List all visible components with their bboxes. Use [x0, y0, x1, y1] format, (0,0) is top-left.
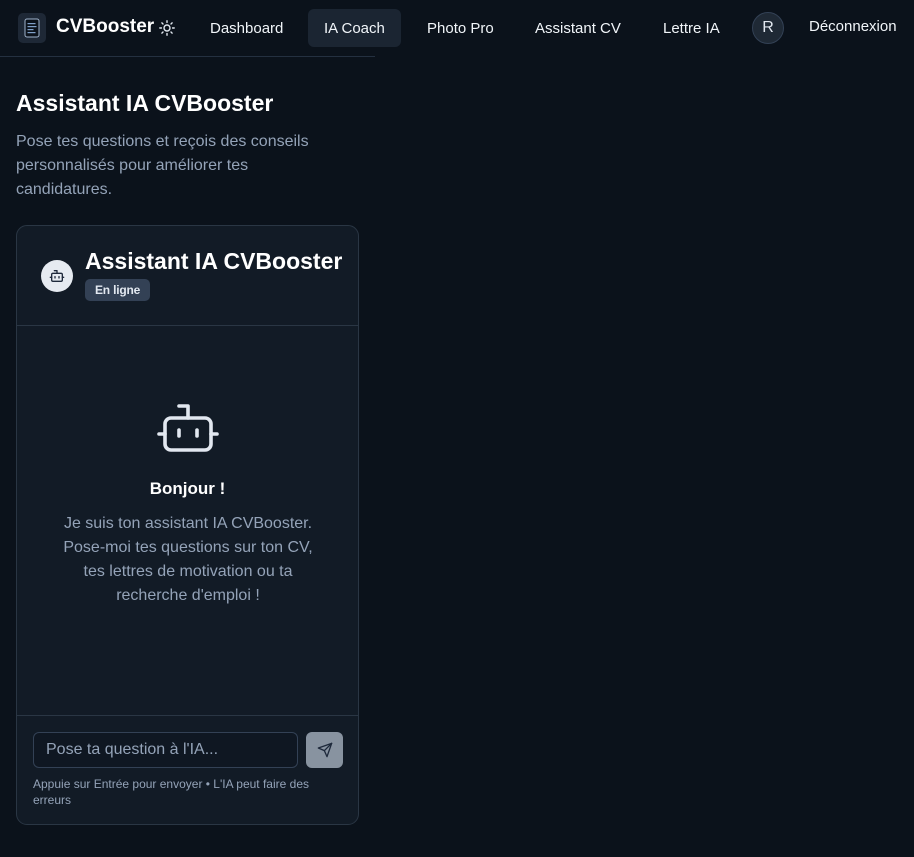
- chat-messages: Bonjour ! Je suis ton assistant IA CVBoo…: [17, 326, 358, 716]
- chat-input[interactable]: [33, 732, 298, 768]
- send-icon: [317, 742, 333, 758]
- nav-ia-coach[interactable]: IA Coach: [308, 9, 401, 47]
- header-divider: [0, 56, 375, 57]
- input-hint: Appuie sur Entrée pour envoyer • L'IA pe…: [33, 777, 309, 807]
- nav-photo-pro[interactable]: Photo Pro: [411, 9, 510, 47]
- document-icon[interactable]: [18, 13, 46, 43]
- bot-icon: [41, 260, 73, 292]
- chat-title: Assistant IA CVBooster: [85, 248, 343, 274]
- chat-input-area: Appuie sur Entrée pour envoyer • L'IA pe…: [17, 715, 358, 824]
- nav-assistant-cv[interactable]: Assistant CV: [519, 9, 637, 47]
- chat-card: Assistant IA CVBooster En ligne Bonjour …: [16, 225, 359, 825]
- send-button[interactable]: [306, 732, 343, 768]
- status-badge: En ligne: [85, 279, 151, 301]
- bot-icon: [157, 402, 219, 454]
- page-title: Assistant IA CVBooster: [16, 90, 274, 116]
- top-navbar: CVBooster Dashboard IA Coach Photo Pro A…: [0, 0, 914, 56]
- nav-dashboard[interactable]: Dashboard: [194, 9, 299, 47]
- welcome-text: Je suis ton assistant IA CVBooster. Pose…: [63, 515, 313, 604]
- chat-header: Assistant IA CVBooster En ligne: [17, 226, 358, 326]
- greeting-text: Bonjour !: [149, 479, 226, 498]
- page-subtitle: Pose tes questions et reçois des conseil…: [16, 133, 309, 198]
- nav-lettre-ia[interactable]: Lettre IA: [647, 9, 736, 47]
- brand-name[interactable]: CVBooster: [56, 16, 154, 38]
- logout-button[interactable]: Déconnexion: [809, 18, 897, 35]
- user-avatar[interactable]: R: [752, 12, 784, 44]
- sun-icon[interactable]: [157, 18, 177, 38]
